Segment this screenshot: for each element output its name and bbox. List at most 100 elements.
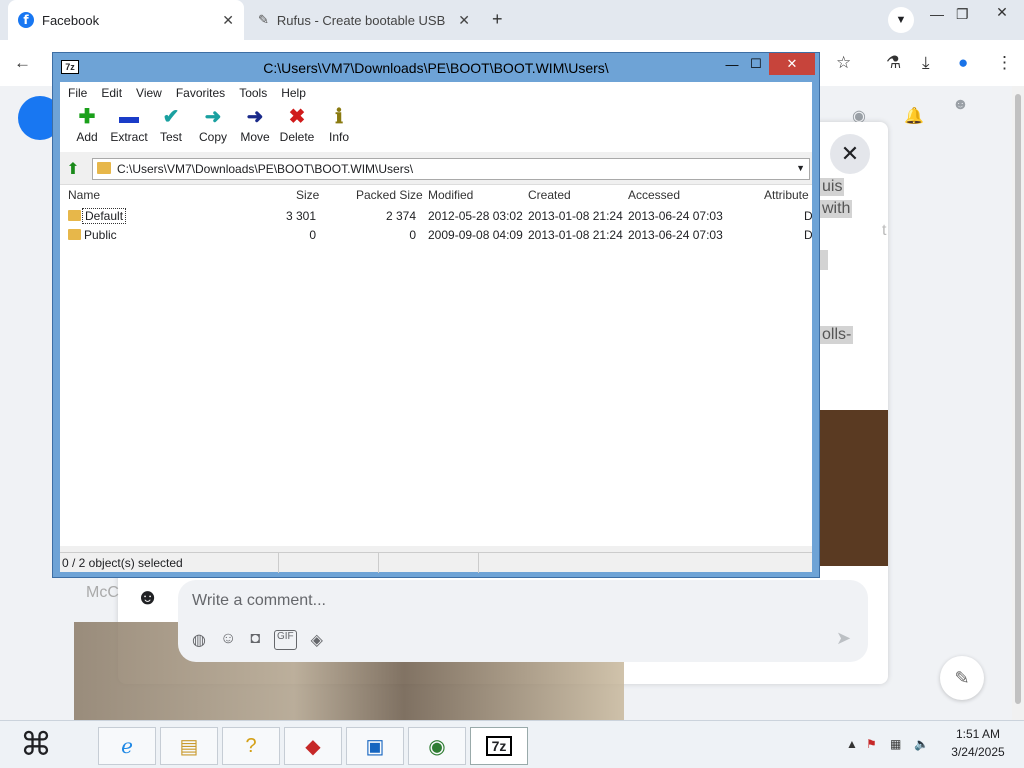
labs-icon[interactable]: ⚗	[886, 53, 901, 73]
status-divider	[278, 553, 279, 573]
x-icon: ✖	[288, 106, 306, 128]
table-row[interactable]: Public 0 0 2009-09-08 04:09 2013-01-08 2…	[60, 226, 812, 245]
button-label: Extract	[110, 130, 148, 144]
menu-bar: File Edit View Favorites Tools Help	[60, 82, 812, 104]
menu-tools[interactable]: Tools	[239, 86, 267, 100]
gif-icon[interactable]: GIF	[273, 630, 297, 650]
avatar-sticker-icon[interactable]: ◍	[192, 630, 206, 650]
comment-input[interactable]: Write a comment...	[192, 592, 326, 610]
address-bar[interactable]: C:\Users\VM7\Downloads\PE\BOOT\BOOT.WIM\…	[92, 158, 810, 180]
close-tab-icon[interactable]: ✕	[222, 12, 234, 29]
add-button[interactable]: ✚ Add	[66, 104, 108, 152]
network-icon[interactable]: ▦	[890, 737, 901, 751]
folder-icon	[68, 229, 81, 240]
browser-tab-bar: f Facebook ✕ ✎ Rufus - Create bootable U…	[0, 0, 1024, 40]
download-icon[interactable]: ⤓	[922, 53, 930, 73]
column-attribute[interactable]: Attribute	[764, 185, 809, 205]
file-packed: 2 374	[385, 209, 416, 223]
up-folder-icon[interactable]: ⬆	[60, 159, 86, 179]
highlighted-text: with	[820, 200, 853, 218]
menu-file[interactable]: File	[68, 86, 87, 100]
table-row[interactable]: Default 3 301 2 374 2012-05-28 03:02 201…	[60, 207, 812, 226]
test-button[interactable]: ✔ Test	[150, 104, 192, 152]
status-divider	[478, 553, 479, 573]
clock[interactable]: 1:51 AM 3/24/2025	[938, 725, 1018, 761]
button-label: Info	[328, 130, 349, 144]
delete-button[interactable]: ✖ Delete	[276, 104, 318, 152]
minimize-icon[interactable]: —	[930, 6, 944, 22]
file-name[interactable]: Default	[82, 208, 127, 224]
close-icon[interactable]: ✕	[980, 0, 1024, 24]
close-tab-icon[interactable]: ✕	[458, 12, 470, 29]
internet-explorer-icon[interactable]: ℯ	[98, 727, 156, 765]
app-red-icon[interactable]: ◆	[284, 727, 342, 765]
file-modified: 2012-05-28 03:02	[428, 209, 523, 223]
chevron-down-icon[interactable]: ▼	[888, 7, 914, 33]
close-icon[interactable]: ✕	[769, 53, 815, 75]
maximize-icon[interactable]: ☐	[745, 53, 767, 75]
new-tab-icon[interactable]: +	[492, 9, 503, 30]
column-accessed[interactable]: Accessed	[628, 185, 680, 205]
menu-favorites[interactable]: Favorites	[176, 86, 225, 100]
file-created: 2013-01-08 21:24	[528, 228, 623, 242]
send-icon[interactable]: ➤	[836, 628, 851, 649]
restore-icon[interactable]: ❐	[956, 6, 969, 23]
bell-icon[interactable]: 🔔	[904, 106, 924, 126]
column-modified[interactable]: Modified	[428, 185, 473, 205]
post-image	[820, 410, 888, 566]
date: 3/24/2025	[951, 745, 1005, 759]
file-size: 3 301	[285, 209, 316, 223]
button-label: Delete	[279, 130, 315, 144]
volume-icon[interactable]: 🔈	[914, 737, 929, 751]
flag-icon[interactable]: ⚑	[866, 737, 877, 751]
file-attr: D	[804, 228, 812, 242]
sticker-icon[interactable]: ◈	[311, 630, 323, 650]
column-size[interactable]: Size	[296, 185, 319, 205]
arrow-right-icon: ➜	[204, 106, 222, 128]
camera-icon[interactable]: ◘	[250, 630, 260, 650]
highlighted-text: olls-	[820, 326, 854, 344]
menu-view[interactable]: View	[136, 86, 162, 100]
avatar[interactable]: ☻	[952, 96, 969, 114]
highlighted-text	[820, 250, 828, 270]
star-icon[interactable]: ☆	[836, 53, 851, 73]
file-size: 0	[309, 228, 316, 242]
chrome-icon[interactable]: ◉	[408, 727, 466, 765]
minimize-icon[interactable]: —	[721, 53, 743, 75]
help-icon[interactable]: ?	[222, 727, 280, 765]
file-explorer-icon[interactable]: ▤	[160, 727, 218, 765]
column-packed-size[interactable]: Packed Size	[356, 185, 423, 205]
menu-icon[interactable]: ⋮	[996, 53, 1013, 73]
avatar[interactable]: ☻	[136, 584, 170, 618]
column-name[interactable]: Name	[68, 185, 100, 205]
close-icon[interactable]: ✕	[830, 134, 870, 174]
profile-icon[interactable]: ●	[958, 53, 968, 73]
chevron-down-icon[interactable]: ▼	[796, 163, 805, 173]
copy-button[interactable]: ➜ Copy	[192, 104, 234, 152]
back-icon[interactable]: ←	[14, 53, 31, 73]
move-button[interactable]: ➜ Move	[234, 104, 276, 152]
status-text: 0 / 2 object(s) selected	[62, 555, 183, 570]
menu-edit[interactable]: Edit	[101, 86, 122, 100]
taskbar: ⌘ ℯ ▤ ? ◆ ▣ ◉ 7z ▲ ⚑ ▦ 🔈 1:51 AM 3/24/20…	[0, 720, 1024, 768]
info-button[interactable]: ℹ Info	[318, 104, 360, 152]
page-scrollbar[interactable]	[1012, 86, 1024, 720]
status-bar: 0 / 2 object(s) selected	[60, 552, 812, 573]
7zip-icon[interactable]: 7z	[470, 727, 528, 765]
file-list: Name Size Packed Size Modified Created A…	[60, 184, 812, 546]
file-name[interactable]: Public	[84, 228, 117, 242]
commenter-name: McC	[86, 584, 119, 601]
plus-icon: ✚	[78, 106, 96, 128]
window-title: C:\Users\VM7\Downloads\PE\BOOT\BOOT.WIM\…	[263, 60, 609, 76]
extract-button[interactable]: ▬ Extract	[108, 104, 150, 152]
emoji-icon[interactable]: ☺	[220, 630, 236, 650]
tab-rufus[interactable]: ✎ Rufus - Create bootable USB di ✕	[248, 0, 480, 40]
new-message-icon[interactable]: ✎	[940, 656, 984, 700]
column-created[interactable]: Created	[528, 185, 571, 205]
menu-help[interactable]: Help	[281, 86, 306, 100]
start-button[interactable]: ⌘	[20, 725, 52, 763]
tab-facebook[interactable]: f Facebook ✕	[8, 0, 244, 40]
control-panel-icon[interactable]: ▣	[346, 727, 404, 765]
tray-expand-icon[interactable]: ▲	[846, 737, 858, 751]
tab-title: Facebook	[42, 12, 100, 28]
